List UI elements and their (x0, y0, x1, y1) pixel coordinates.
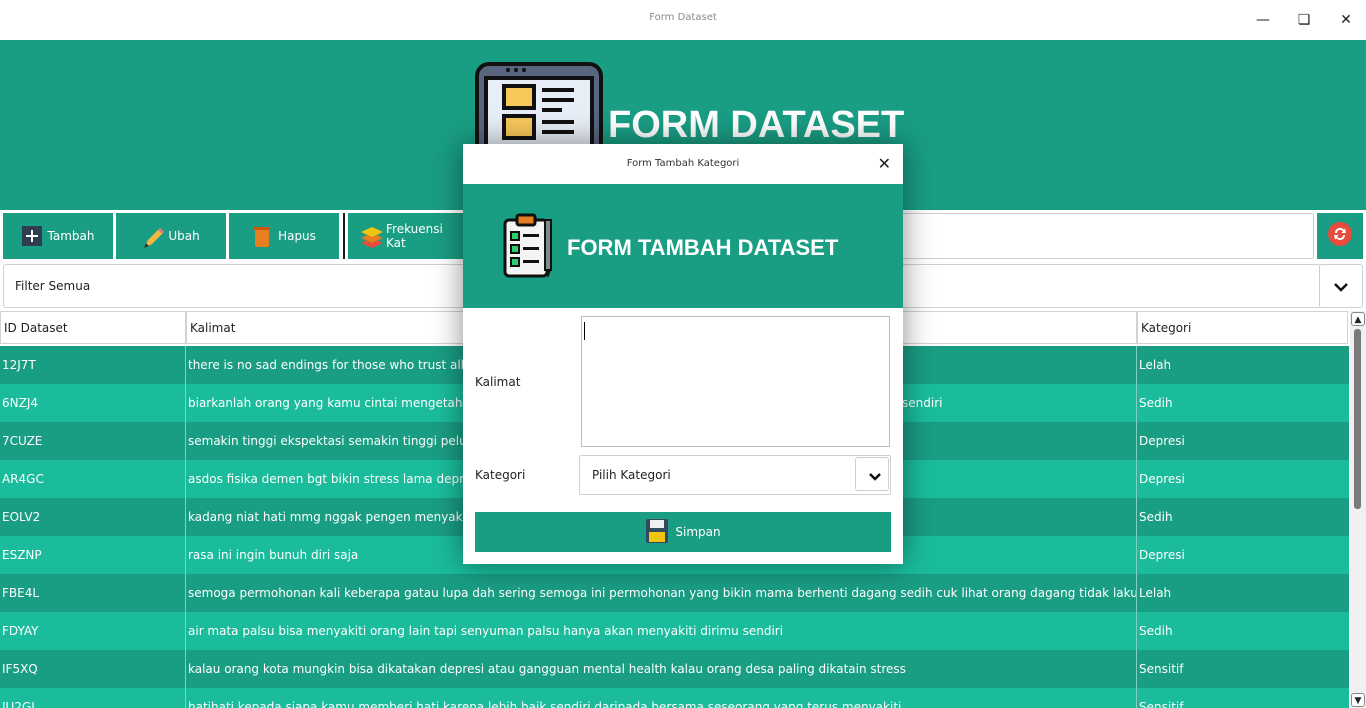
save-button[interactable]: Simpan (475, 512, 891, 552)
frequency-button[interactable]: Frekuensi Kat (348, 213, 466, 259)
cell-kategori: Lelah (1139, 358, 1172, 372)
cell-kalimat: hatihati kepada siapa kamu memberi hati … (186, 688, 1137, 708)
cell-kategori: Sedih (1139, 396, 1173, 410)
toolbar-divider (343, 213, 345, 259)
filter-selected: Filter Semua (15, 279, 91, 293)
scroll-thumb[interactable] (1354, 329, 1361, 509)
cell-id: AR4GC (0, 460, 186, 498)
add-dataset-dialog: Form Tambah Kategori ✕ FORM TAMBAH DATAS… (463, 144, 903, 564)
trash-icon (252, 226, 272, 247)
cell-kategori: Depresi (1139, 548, 1185, 562)
scroll-down-button[interactable]: ▼ (1351, 693, 1365, 707)
kategori-dropdown-button[interactable] (855, 457, 889, 491)
maximize-button[interactable]: ❏ (1292, 9, 1316, 31)
window-title: Form Dataset (649, 12, 717, 23)
page-title: FORM DATASET (608, 104, 905, 146)
minimize-button[interactable]: — (1251, 9, 1275, 31)
delete-button[interactable]: Hapus (229, 213, 339, 259)
refresh-button[interactable] (1317, 213, 1363, 259)
cell-id: 12J7T (0, 346, 186, 384)
edit-button[interactable]: Ubah (116, 213, 226, 259)
cell-kategori: Sensitif (1139, 662, 1184, 676)
kalimat-textarea[interactable] (581, 316, 890, 447)
cell-kategori: Sedih (1139, 510, 1173, 524)
cell-kalimat: semoga permohonan kali keberapa gatau lu… (186, 574, 1137, 612)
cell-id: IF5XQ (0, 650, 186, 688)
cell-id: ESZNP (0, 536, 186, 574)
cell-kalimat-tail: sendiri (902, 396, 943, 410)
table-row[interactable]: FBE4L semoga permohonan kali keberapa ga… (0, 574, 1349, 612)
delete-button-label: Hapus (278, 229, 316, 243)
kategori-selected: Pilih Kategori (592, 468, 671, 482)
cell-id: EOLV2 (0, 498, 186, 536)
cell-kategori: Sedih (1139, 624, 1173, 638)
frequency-button-label: Frekuensi Kat (386, 222, 443, 250)
cell-id: FDYAY (0, 612, 186, 650)
cell-id: IU2GL (0, 688, 186, 708)
add-button[interactable]: Tambah (3, 213, 113, 259)
cell-id: 6NZJ4 (0, 384, 186, 422)
cell-kategori: Depresi (1139, 434, 1185, 448)
cell-kalimat: kalau orang kota mungkin bisa dikatakan … (186, 650, 1137, 688)
save-button-label: Simpan (675, 525, 721, 539)
floppy-disk-icon (645, 518, 669, 547)
chevron-down-icon (1333, 277, 1349, 296)
dialog-close-icon[interactable]: ✕ (878, 154, 891, 173)
add-button-label: Tambah (47, 229, 95, 243)
column-header-kategori[interactable]: Kategori (1137, 311, 1348, 344)
table-scrollbar[interactable]: ▲ ▼ (1350, 311, 1366, 708)
dialog-header: FORM TAMBAH DATASET (463, 184, 903, 308)
table-row[interactable]: IF5XQ kalau orang kota mungkin bisa dika… (0, 650, 1349, 688)
cell-kategori: Sensitif (1139, 700, 1184, 708)
text-caret (584, 322, 585, 340)
plus-icon (21, 226, 42, 246)
dialog-titlebar: Form Tambah Kategori ✕ (463, 144, 903, 184)
search-input[interactable] (900, 213, 1314, 259)
pencil-icon (142, 226, 165, 248)
cell-kategori: Depresi (1139, 472, 1185, 486)
chevron-down-icon (868, 470, 882, 484)
cell-id: FBE4L (0, 574, 186, 612)
kategori-label: Kategori (475, 468, 526, 482)
column-header-id[interactable]: ID Dataset (0, 311, 186, 344)
table-row[interactable]: IU2GL hatihati kepada siapa kamu memberi… (0, 688, 1349, 708)
scroll-up-button[interactable]: ▲ (1351, 312, 1365, 326)
dialog-title: Form Tambah Kategori (626, 158, 740, 169)
edit-button-label: Ubah (168, 229, 200, 243)
close-button[interactable]: ✕ (1334, 9, 1358, 31)
cell-kalimat: air mata palsu bisa menyakiti orang lain… (186, 612, 1137, 650)
window-titlebar: Form Dataset — ❏ ✕ (0, 0, 1366, 40)
clipboard-checklist-icon (501, 212, 557, 284)
filter-dropdown-button[interactable] (1319, 264, 1363, 308)
cell-kategori: Lelah (1139, 586, 1172, 600)
kategori-select[interactable]: Pilih Kategori (579, 455, 891, 495)
table-row[interactable]: FDYAY air mata palsu bisa menyakiti oran… (0, 612, 1349, 650)
dialog-header-title: FORM TAMBAH DATASET (567, 235, 839, 260)
kalimat-label: Kalimat (475, 375, 521, 389)
cell-id: 7CUZE (0, 422, 186, 460)
layers-icon (360, 226, 383, 248)
refresh-icon (1327, 221, 1353, 251)
